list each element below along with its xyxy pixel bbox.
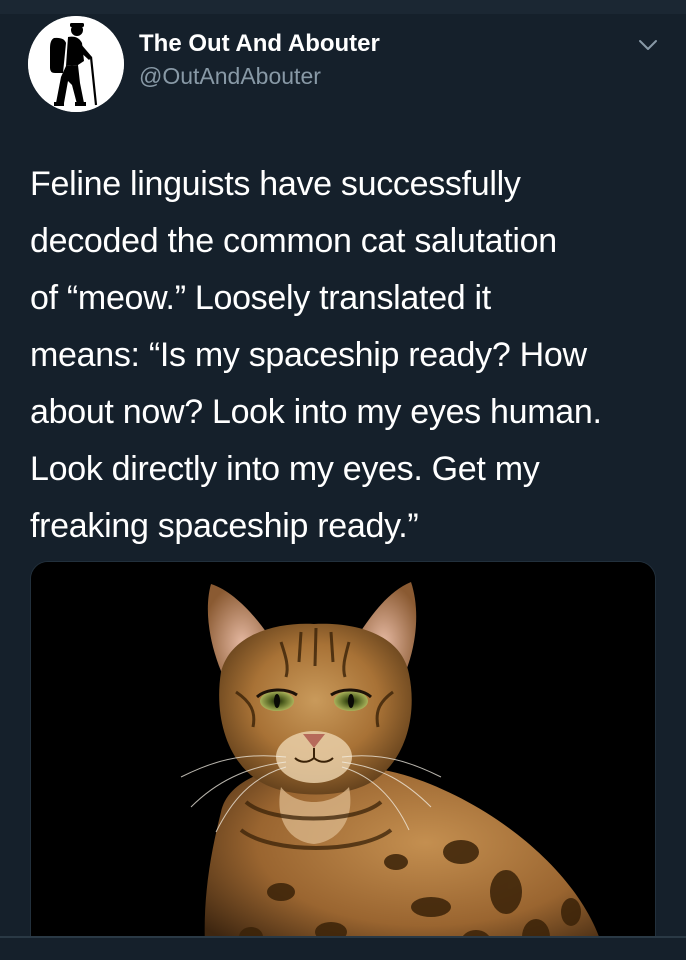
tweet-text-line: means: “Is my spaceship ready? How (30, 336, 587, 374)
tweet-text-line: Feline linguists have successfully (30, 165, 521, 203)
hiker-silhouette-icon (28, 16, 124, 112)
tweet-text-line: Look directly into my eyes. Get my (30, 450, 540, 488)
tweet-text-line: about now? Look into my eyes human. (30, 393, 602, 431)
cat-photo (31, 562, 655, 959)
tweet-text-line: freaking spaceship ready.” (30, 507, 419, 545)
tweet-screen: The Out And Abouter @OutAndAbouter Felin… (0, 0, 686, 960)
author-handle[interactable]: @OutAndAbouter (139, 63, 321, 90)
chevron-down-icon (639, 40, 657, 50)
author-display-name[interactable]: The Out And Abouter (139, 30, 380, 58)
tweet-text: Feline linguists have successfully decod… (30, 156, 670, 555)
top-bar (0, 0, 686, 14)
tweet-text-line: of “meow.” Loosely translated it (30, 279, 491, 317)
avatar[interactable] (28, 16, 124, 112)
tweet-media-image[interactable] (30, 561, 656, 960)
tweet-text-line: decoded the common cat salutation (30, 222, 557, 260)
bottom-strip (0, 938, 686, 960)
tweet-menu-button[interactable] (634, 34, 662, 56)
